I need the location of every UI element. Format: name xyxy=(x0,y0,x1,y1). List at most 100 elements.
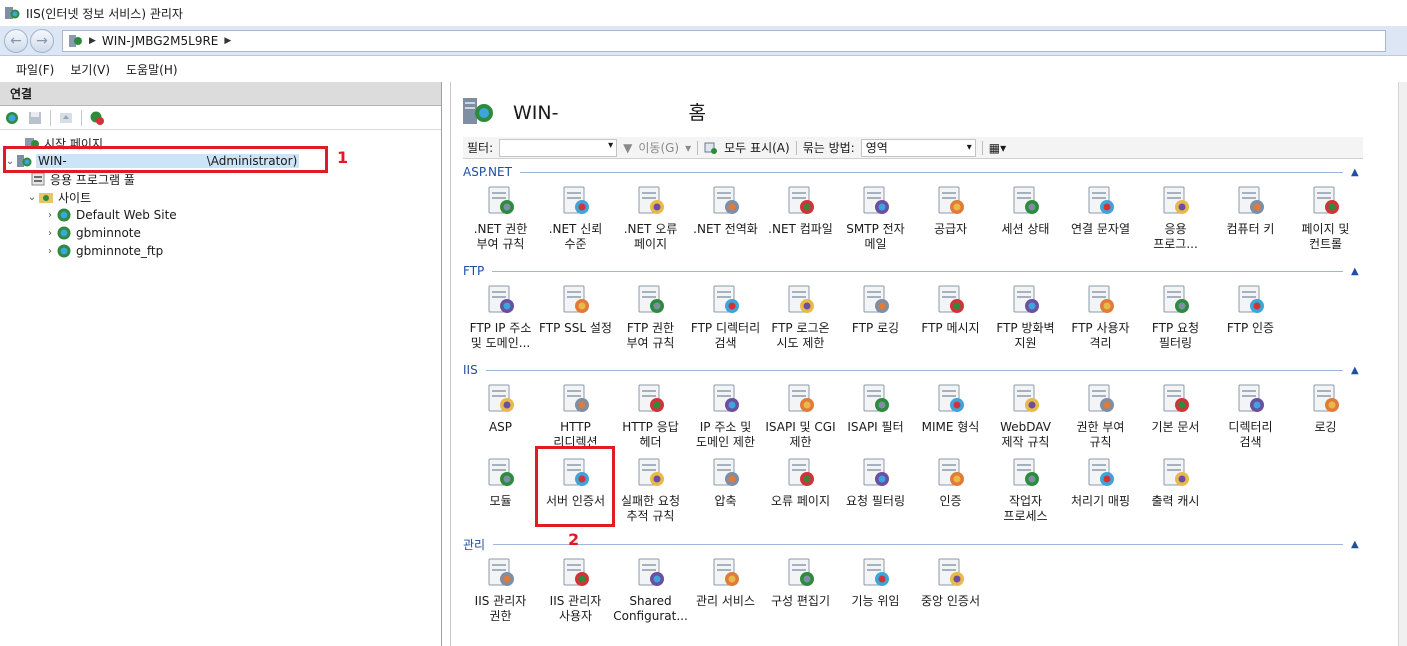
menu-bar: 파일(F) 보기(V) 도움말(H) xyxy=(0,56,1407,82)
forward-button[interactable]: → xyxy=(30,28,54,53)
feature-tile[interactable]: 기본 문서 xyxy=(1138,382,1213,435)
feature-label: 오류 페이지 xyxy=(770,494,830,508)
menu-view[interactable]: 보기(V) xyxy=(62,59,118,80)
group-by-select[interactable]: 영역 xyxy=(860,138,976,157)
expanded-chevron-icon[interactable]: ⌄ xyxy=(26,192,38,203)
feature-tile[interactable]: .NET 권한 부여 규칙 xyxy=(463,184,538,252)
feature-tile[interactable]: FTP 사용자 격리 xyxy=(1063,283,1138,351)
feature-tile[interactable]: FTP 로깅 xyxy=(838,283,913,336)
connect-icon[interactable] xyxy=(4,109,22,127)
up-level-icon[interactable] xyxy=(57,109,75,127)
authz-icon xyxy=(1084,382,1118,416)
tree-item-sites[interactable]: ⌄ 사이트 xyxy=(0,188,441,206)
dropdown-arrow-icon[interactable]: ▾ xyxy=(685,141,691,155)
feature-tile[interactable]: .NET 전역화 xyxy=(688,184,763,237)
warning-404-icon xyxy=(634,184,668,218)
feature-tile[interactable]: 출력 캐시 xyxy=(1138,456,1213,509)
address-box[interactable]: ▶ WIN-JMBG2M5L9RE ▶ xyxy=(62,29,1386,52)
collapse-caret-icon[interactable]: ▲ xyxy=(1351,539,1363,550)
collapsed-chevron-icon[interactable]: › xyxy=(44,210,56,221)
globe-icon xyxy=(56,243,72,259)
feature-tile[interactable]: 오류 페이지 xyxy=(763,456,838,509)
feature-tile[interactable]: 디렉터리 검색 xyxy=(1213,382,1288,450)
ftp-lock-icon xyxy=(559,283,593,317)
feature-label: 작업자 프로세스 xyxy=(1003,494,1048,523)
feature-tile[interactable]: FTP 요청 필터링 xyxy=(1138,283,1213,351)
feature-tile[interactable]: IIS 관리자 권한 xyxy=(463,556,538,624)
window-title: IIS(인터넷 정보 서비스) 관리자 xyxy=(26,6,183,21)
collapse-caret-icon[interactable]: ▲ xyxy=(1351,167,1363,178)
feature-tile[interactable]: .NET 신뢰 수준 xyxy=(538,184,613,252)
feature-tile[interactable]: 응용 프로그... xyxy=(1138,184,1213,252)
feature-tile[interactable]: MIME 형식 xyxy=(913,382,988,435)
back-button[interactable]: ← xyxy=(4,28,28,53)
feature-tile[interactable]: 실패한 요청 추적 규칙 xyxy=(613,456,688,524)
feature-tile[interactable]: 페이지 및 컨트롤 xyxy=(1288,184,1363,252)
collapse-caret-icon[interactable]: ▲ xyxy=(1351,365,1363,376)
feature-tile[interactable]: FTP 권한 부여 규칙 xyxy=(613,283,688,351)
feature-tile[interactable]: FTP SSL 설정 xyxy=(538,283,613,336)
feature-tile[interactable]: 작업자 프로세스 xyxy=(988,456,1063,524)
feature-tile[interactable]: 기능 위임 xyxy=(838,556,913,609)
feature-tile[interactable]: 압축 xyxy=(688,456,763,509)
disconnect-icon[interactable] xyxy=(88,109,106,127)
feature-tile[interactable]: SMTP 전자 메일 xyxy=(838,184,913,252)
dir-browse-icon xyxy=(1234,382,1268,416)
view-mode-icon[interactable]: ▦▾ xyxy=(989,141,1006,155)
tree-item-site[interactable]: › gbminnote_ftp xyxy=(0,242,441,260)
feature-tile[interactable]: Shared Configurat... xyxy=(613,556,688,624)
feature-tile[interactable]: .NET 오류 페이지 xyxy=(613,184,688,252)
feature-tile[interactable]: ISAPI 및 CGI 제한 xyxy=(763,382,838,450)
feature-tile[interactable]: FTP 디렉터리 검색 xyxy=(688,283,763,351)
handler-mapping-icon xyxy=(1084,456,1118,490)
filter-input[interactable] xyxy=(499,138,618,157)
feature-tile[interactable]: FTP 메시지 xyxy=(913,283,988,336)
feature-label: .NET 권한 부여 규칙 xyxy=(473,222,528,251)
feature-tile[interactable]: HTTP 응답 헤더 xyxy=(613,382,688,450)
feature-tile[interactable]: HTTP 리디렉션 xyxy=(538,382,613,450)
feature-tile[interactable]: WebDAV 제작 규칙 xyxy=(988,382,1063,450)
feature-tile[interactable]: 구성 편집기 xyxy=(763,556,838,609)
feature-tile[interactable]: FTP 로그온 시도 제한 xyxy=(763,283,838,351)
features-content: ASP.NET ▲ FTP ▲ IIS ▲ 관리 ▲ .NET 권한 부여 규칙 .NET… xyxy=(463,164,1363,646)
menu-help[interactable]: 도움말(H) xyxy=(118,59,186,80)
feature-tile[interactable]: 중앙 인증서 xyxy=(913,556,988,609)
ftp-globe-icon xyxy=(784,283,818,317)
tree-item-site[interactable]: › Default Web Site xyxy=(0,206,441,224)
mgr-perm-icon xyxy=(484,556,518,590)
feature-tile[interactable]: 관리 서비스 xyxy=(688,556,763,609)
save-icon[interactable] xyxy=(26,109,44,127)
ftp-ip-icon xyxy=(484,283,518,317)
feature-tile[interactable]: ISAPI 필터 xyxy=(838,382,913,435)
tree-item-site[interactable]: › gbminnote xyxy=(0,224,441,242)
feature-tile[interactable]: IIS 관리자 사용자 xyxy=(538,556,613,624)
feature-tile[interactable]: FTP 인증 xyxy=(1213,283,1288,336)
feature-tile[interactable]: ASP xyxy=(463,382,538,435)
show-all-button[interactable]: 모두 표시(A) xyxy=(724,139,790,156)
go-button[interactable]: 이동(G) xyxy=(638,139,679,156)
feature-tile[interactable]: 요청 필터링 xyxy=(838,456,913,509)
feature-tile[interactable]: .NET 컴파일 xyxy=(763,184,838,237)
feature-tile[interactable]: 인증 xyxy=(913,456,988,509)
collapse-caret-icon[interactable]: ▲ xyxy=(1351,266,1363,277)
feature-tile[interactable]: 세션 상태 xyxy=(988,184,1063,237)
feature-label: FTP 권한 부여 규칙 xyxy=(626,321,675,350)
feature-label: Shared Configurat... xyxy=(613,594,688,623)
feature-tile[interactable]: 연결 문자열 xyxy=(1063,184,1138,237)
menu-file[interactable]: 파일(F) xyxy=(8,59,62,80)
ftp-message-icon xyxy=(934,283,968,317)
breadcrumb-separator-icon[interactable]: ▶ xyxy=(224,36,231,46)
feature-tile[interactable]: IP 주소 및 도메인 제한 xyxy=(688,382,763,450)
feature-tile[interactable]: 로깅 xyxy=(1288,382,1363,435)
feature-tile[interactable]: 공급자 xyxy=(913,184,988,237)
feature-tile[interactable]: FTP IP 주소 및 도메인... xyxy=(463,283,538,351)
feature-tile[interactable]: 처리기 매핑 xyxy=(1063,456,1138,509)
collapsed-chevron-icon[interactable]: › xyxy=(44,228,56,239)
scrollbar[interactable] xyxy=(1398,82,1407,646)
feature-tile[interactable]: 모듈 xyxy=(463,456,538,509)
feature-tile[interactable]: FTP 방화벽 지원 xyxy=(988,283,1063,351)
feature-tile[interactable]: 권한 부여 규칙 xyxy=(1063,382,1138,450)
app-pool-icon xyxy=(30,171,46,187)
feature-tile[interactable]: 컴퓨터 키 xyxy=(1213,184,1288,237)
collapsed-chevron-icon[interactable]: › xyxy=(44,246,56,257)
